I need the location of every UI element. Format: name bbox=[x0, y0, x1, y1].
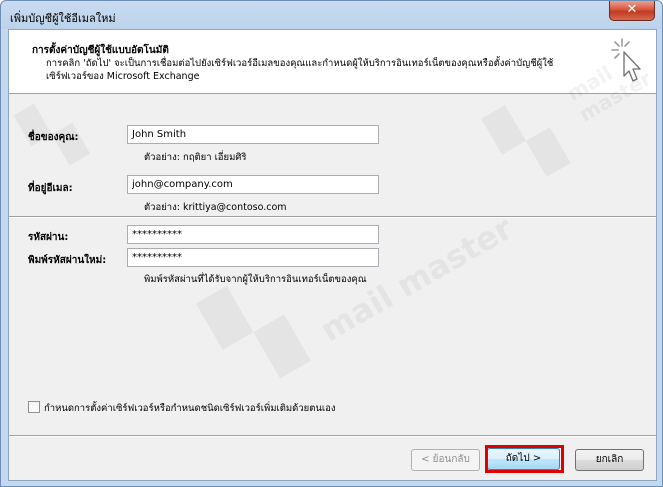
page-title: การตั้งค่าบัญชีผู้ใช้แบบอัตโนมัติ bbox=[32, 45, 169, 56]
page-description: การคลิก 'ถัดไป' จะเป็นการเชื่อมต่อไปยังเ… bbox=[46, 58, 554, 82]
watermark-logo: ▚ bbox=[197, 269, 310, 396]
retype-password-label: พิมพ์รหัสผ่านใหม่: bbox=[28, 255, 107, 266]
email-input[interactable]: john@company.com bbox=[127, 175, 379, 194]
name-hint: ตัวอย่าง: กฤติยา เอี่ยมศิริ bbox=[144, 152, 247, 163]
manual-setup-label: กำหนดการตั้งค่าเซิร์ฟเวอร์หรือกำหนดชนิดเ… bbox=[44, 403, 336, 414]
footer-divider bbox=[9, 435, 656, 437]
password-label: รหัสผ่าน: bbox=[28, 232, 69, 243]
dialog-content: การตั้งค่าบัญชีผู้ใช้แบบอัตโนมัติ การคลิ… bbox=[8, 29, 657, 481]
title-bar[interactable]: เพิ่มบัญชีผู้ใช้อีเมลใหม่ ✕ bbox=[1, 1, 663, 29]
wizard-header: การตั้งค่าบัญชีผู้ใช้แบบอัตโนมัติ การคลิ… bbox=[9, 30, 656, 94]
wizard-cursor-icon bbox=[611, 38, 641, 82]
email-label: ที่อยู่อีเมล: bbox=[28, 183, 73, 194]
cancel-button[interactable]: ยกเลิก bbox=[575, 449, 644, 471]
section-divider bbox=[9, 216, 656, 218]
next-button-highlight bbox=[485, 445, 564, 473]
close-icon: ✕ bbox=[626, 2, 638, 17]
name-label: ชื่อของคุณ: bbox=[28, 132, 79, 143]
retype-password-input[interactable]: ********** bbox=[127, 248, 379, 267]
name-input[interactable]: John Smith bbox=[127, 125, 379, 144]
manual-setup-checkbox[interactable] bbox=[28, 401, 40, 413]
password-input[interactable]: ********** bbox=[127, 225, 379, 244]
email-hint: ตัวอย่าง: krittiya@contoso.com bbox=[144, 202, 287, 213]
close-button[interactable]: ✕ bbox=[609, 1, 655, 21]
window-title: เพิ่มบัญชีผู้ใช้อีเมลใหม่ bbox=[10, 12, 116, 25]
password-hint: พิมพ์รหัสผ่านที่ได้รับจากผู้ให้บริการอิน… bbox=[144, 274, 367, 285]
back-button[interactable]: < ย้อนกลับ bbox=[411, 449, 480, 471]
dialog-window: เพิ่มบัญชีผู้ใช้อีเมลใหม่ ✕ การตั้งค่าบั… bbox=[0, 0, 663, 487]
watermark-logo: ▚ bbox=[482, 92, 570, 190]
